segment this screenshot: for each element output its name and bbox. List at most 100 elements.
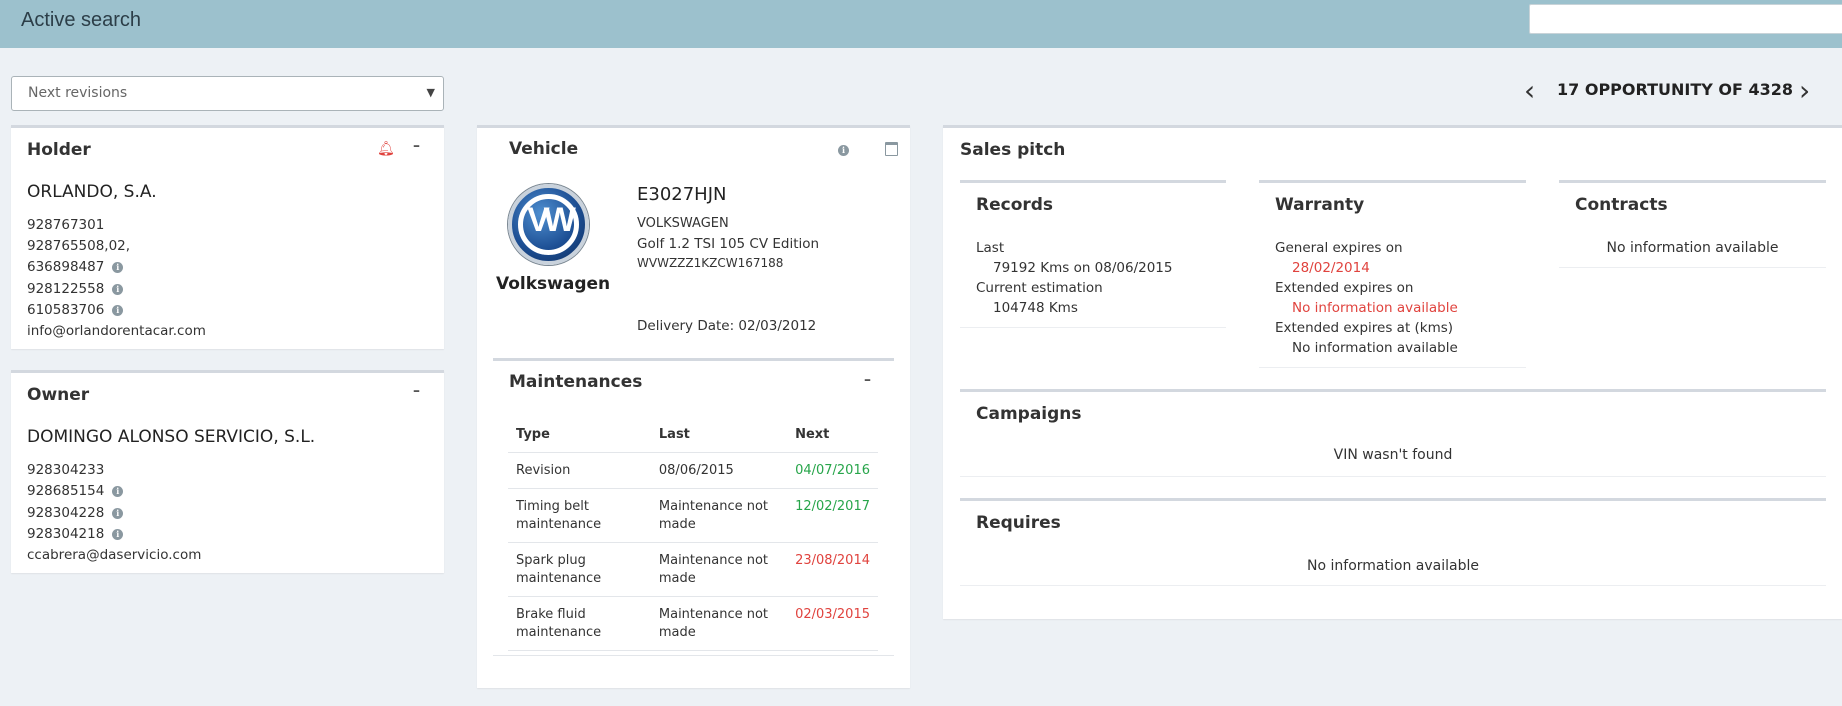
records-panel: Records Last 79192 Kms on 08/06/2015 Cur… [960,180,1226,328]
maintenance-last: 08/06/2015 [650,452,788,489]
maintenances-divider [493,358,894,361]
contracts-panel: Contracts No information available [1559,180,1826,268]
owner-phone: 928304233 [27,462,105,478]
vehicle-delivery-date: Delivery Date: 02/03/2012 [637,318,817,334]
records-last-value: 79192 Kms on 08/06/2015 [993,260,1173,276]
holder-phone: 928122558 [27,281,105,297]
warranty-extended-label: Extended expires on [1275,280,1414,296]
revisions-select[interactable]: Next revisions ▼ [11,76,444,111]
maintenance-next: 23/08/2014 [787,542,878,597]
maintenance-last: Maintenance not made [650,488,788,543]
info-icon[interactable]: i [838,145,849,156]
warranty-panel: Warranty General expires on 28/02/2014 E… [1259,180,1526,368]
top-bar: Active search [0,0,1842,48]
owner-name: DOMINGO ALONSO SERVICIO, S.L. [27,427,316,447]
owner-phone-row: 928685154 i [27,483,124,499]
holder-email[interactable]: info@orlandorentacar.com [27,323,206,339]
owner-phone: 928304218 [27,526,105,542]
holder-phone: 928767301 [27,217,105,233]
holder-phone-row: 610583706 i [27,302,124,318]
holder-phone: 928765508,02, [27,238,131,254]
sales-pitch-title: Sales pitch [960,140,1066,160]
column-header: Type [508,418,651,453]
pager-label: 17 OPPORTUNITY OF 4328 [1557,80,1794,99]
maintenance-type: Spark plug maintenance [508,542,651,597]
chevron-left-icon[interactable]: ‹ [1524,74,1535,108]
records-last-label: Last [976,240,1005,256]
volkswagen-logo: VW [508,184,589,265]
contracts-message: No information available [1606,240,1779,256]
holder-panel: Holder 🔔︎ – ORLANDO, S.A. 928767301 9287… [11,125,444,349]
caret-down-icon: ▼ [426,86,435,99]
owner-email[interactable]: ccabrera@daservicio.com [27,547,201,563]
maintenance-type: Timing belt maintenance [508,488,651,543]
campaigns-message: VIN wasn't found [1333,447,1453,463]
records-estimation-value: 104748 Kms [993,300,1078,316]
info-icon[interactable]: i [112,507,124,519]
info-icon[interactable]: i [112,261,124,273]
warranty-general-value: 28/02/2014 [1292,260,1370,276]
contracts-title: Contracts [1575,195,1668,215]
table-row: Spark plug maintenance Maintenance not m… [508,542,878,597]
column-header: Last [650,418,788,453]
collapse-icon[interactable]: – [864,372,871,388]
maintenance-last: Maintenance not made [650,542,788,597]
records-estimation-label: Current estimation [976,280,1103,296]
maintenance-type: Brake fluid maintenance [508,596,651,651]
select-value: Next revisions [28,85,128,101]
table-row: Brake fluid maintenance Maintenance not … [508,596,878,651]
maintenances-bottom-divider [493,655,894,656]
maintenance-next: 02/03/2015 [787,596,878,651]
holder-phone: 610583706 [27,302,105,318]
maintenances-title: Maintenances [509,372,643,392]
holder-phone-row: 928122558 i [27,281,124,297]
info-icon[interactable]: i [112,528,124,540]
opportunity-pager: ‹ 17 OPPORTUNITY OF 4328 › [1520,74,1820,108]
table-row: Timing belt maintenance Maintenance not … [508,488,878,543]
vehicle-title: Vehicle [509,139,579,159]
vehicle-model: Golf 1.2 TSI 105 CV Edition [637,236,820,252]
calendar-icon[interactable] [885,142,898,156]
holder-name: ORLANDO, S.A. [27,182,157,202]
maintenance-next: 12/02/2017 [787,488,878,543]
column-header: Next [787,418,878,453]
search-input[interactable] [1529,4,1842,34]
info-icon[interactable]: i [112,304,124,316]
collapse-icon[interactable]: – [413,383,420,399]
bell-icon[interactable]: 🔔︎ [377,141,395,157]
vehicle-make: VOLKSWAGEN [637,216,729,231]
requires-message: No information available [1307,558,1479,574]
table-header-row: Type Last Next [508,418,878,453]
vehicle-plate: E3027HJN [637,184,727,205]
maintenance-next: 04/07/2016 [787,452,878,489]
chevron-right-icon[interactable]: › [1799,74,1810,108]
campaigns-title: Campaigns [976,404,1082,424]
info-icon[interactable]: i [112,485,124,497]
holder-phone: 636898487 [27,259,105,275]
owner-phone-row: 928304228 i [27,505,124,521]
owner-phone: 928685154 [27,483,105,499]
table-row: Revision 08/06/2015 04/07/2016 [508,452,878,489]
holder-title: Holder [27,140,91,160]
owner-phone-row: 928304218 i [27,526,124,542]
warranty-extended-kms-label: Extended expires at (kms) [1275,320,1454,336]
warranty-title: Warranty [1275,195,1365,215]
owner-title: Owner [27,385,90,405]
vehicle-brand-label: Volkswagen [496,274,611,294]
warranty-extended-value: No information available [1292,300,1458,316]
vehicle-vin: WVWZZZ1KZCW167188 [637,256,784,270]
warranty-extended-kms-value: No information available [1292,340,1458,356]
maintenances-table: Type Last Next Revision 08/06/2015 04/07… [508,418,878,651]
owner-panel: Owner – DOMINGO ALONSO SERVICIO, S.L. 92… [11,370,444,573]
campaigns-panel: Campaigns VIN wasn't found [960,389,1826,477]
maintenance-type: Revision [508,452,651,489]
collapse-icon[interactable]: – [413,138,420,154]
maintenance-last: Maintenance not made [650,596,788,651]
requires-panel: Requires No information available [960,498,1826,586]
holder-phone-row: 636898487 i [27,259,124,275]
records-title: Records [976,195,1054,215]
owner-phone: 928304228 [27,505,105,521]
info-icon[interactable]: i [112,283,124,295]
page-title: Active search [21,9,142,31]
warranty-general-label: General expires on [1275,240,1403,256]
